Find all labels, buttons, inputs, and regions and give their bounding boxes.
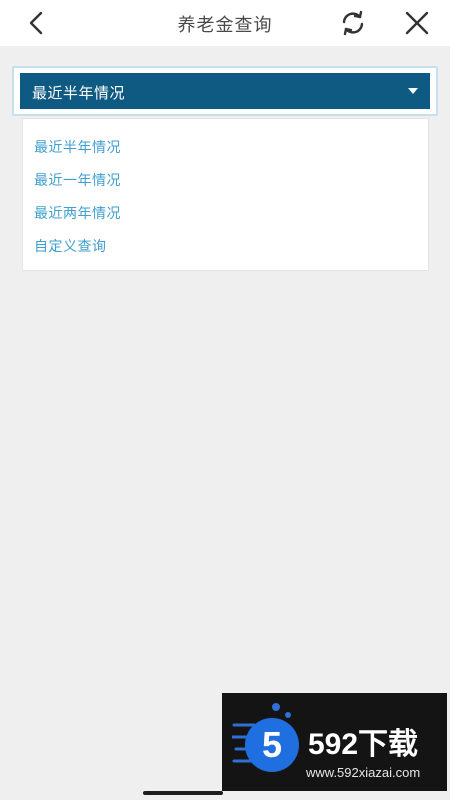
caret-down-icon [408,88,418,94]
refresh-icon [342,10,364,36]
refresh-button[interactable] [338,8,368,38]
option-recent-half-year[interactable]: 最近半年情况 [34,137,121,157]
watermark: 5 592下载 www.592xiazai.com [222,693,447,791]
svg-text:5: 5 [262,724,282,765]
option-recent-two-years[interactable]: 最近两年情况 [34,203,121,223]
option-recent-one-year[interactable]: 最近一年情况 [34,170,121,190]
period-select-value: 最近半年情况 [32,84,126,102]
page-title: 养老金查询 [177,15,273,36]
watermark-brand: 592下载 [308,728,419,761]
period-dropdown-list: 最近半年情况 最近一年情况 最近两年情况 自定义查询 [22,118,429,271]
close-icon [405,11,429,35]
watermark-url: www.592xiazai.com [306,765,421,780]
option-custom-query[interactable]: 自定义查询 [34,236,107,256]
home-indicator[interactable] [143,791,223,795]
watermark-logo-icon: 5 [232,703,299,772]
app-header: 养老金查询 [0,0,450,46]
close-button[interactable] [402,8,432,38]
period-select-container: 最近半年情况 [12,66,438,116]
period-select[interactable]: 最近半年情况 [20,73,430,109]
